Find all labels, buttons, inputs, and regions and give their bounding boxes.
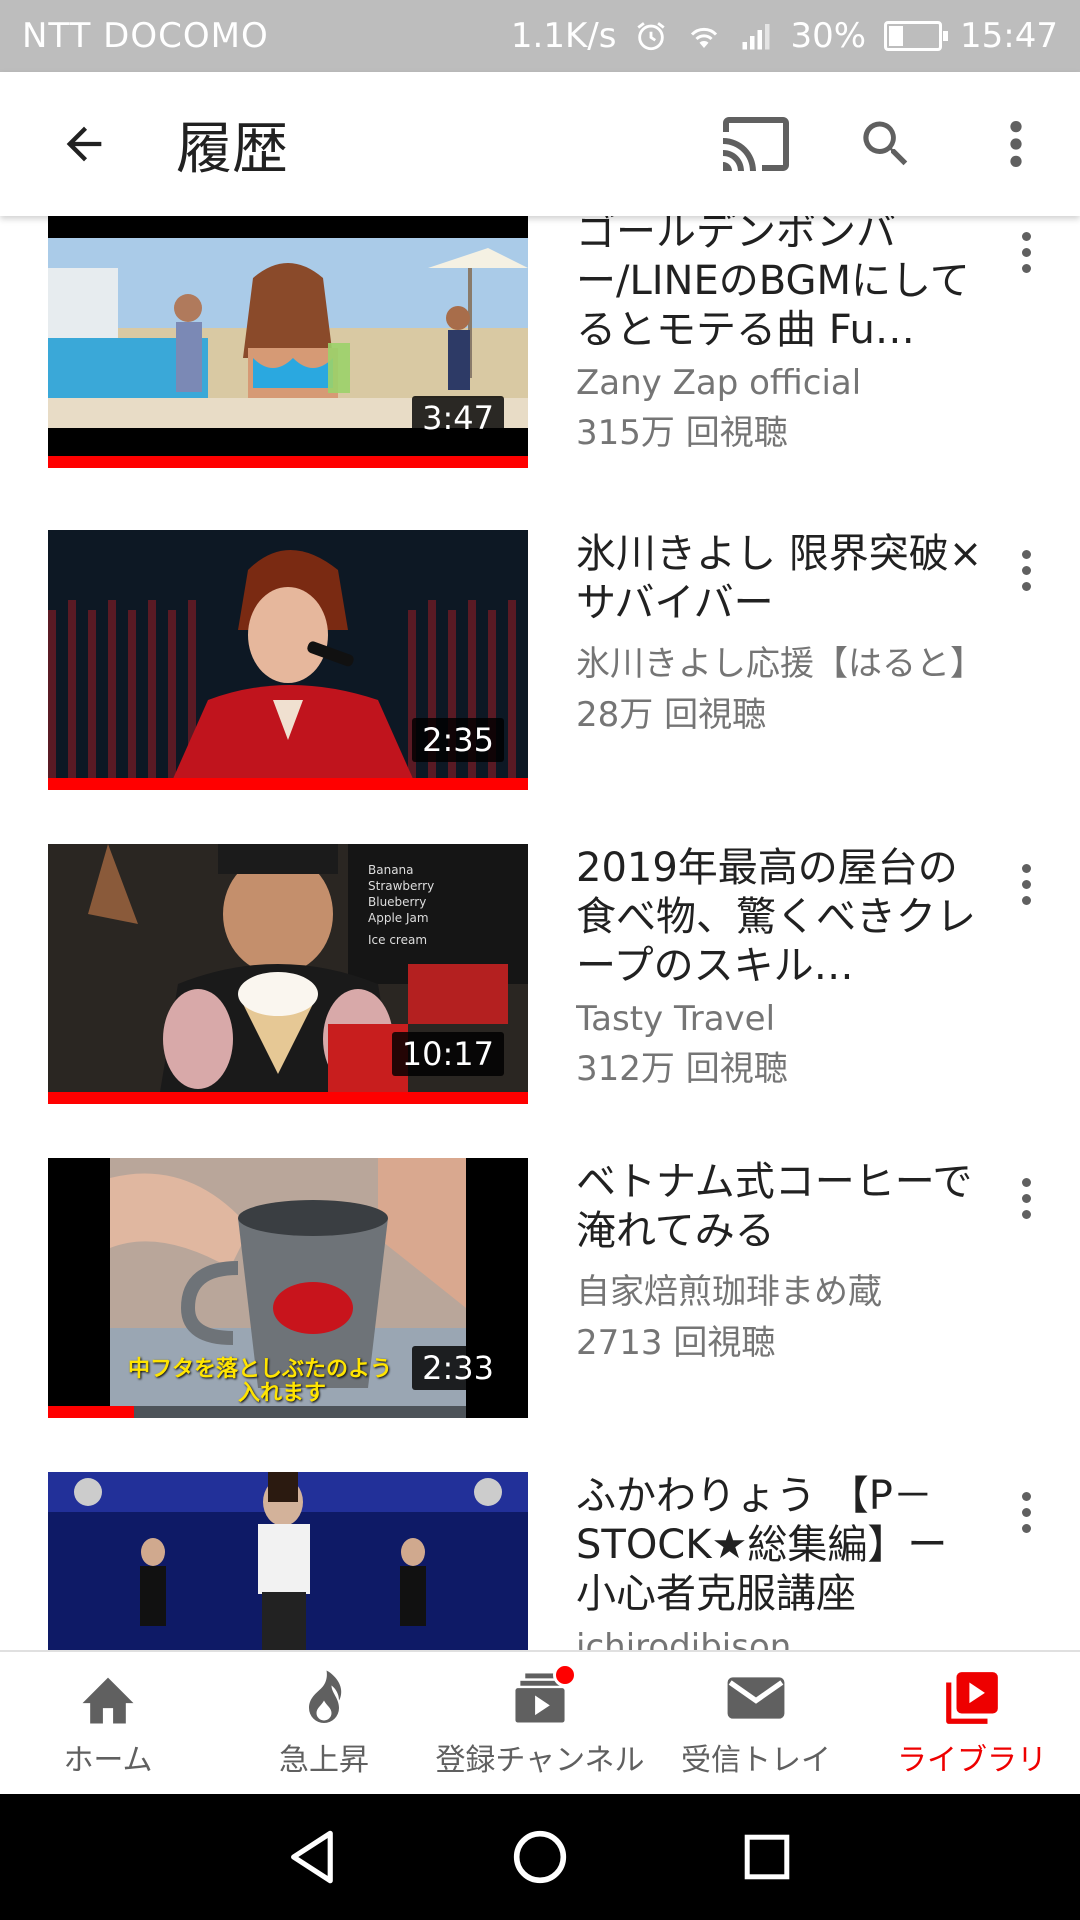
video-thumbnail[interactable]: 2:35 — [48, 530, 528, 790]
nav-label: 登録チャンネル — [435, 1743, 645, 1778]
watch-progress — [48, 1092, 528, 1104]
watch-progress-track — [48, 456, 528, 468]
cast-icon — [723, 117, 789, 171]
svg-text:Blueberry: Blueberry — [368, 895, 426, 909]
watch-progress-track — [48, 778, 528, 790]
video-title[interactable]: ベトナム式コーヒーで淹れてみる — [576, 1158, 986, 1256]
video-item[interactable]: 2:35 氷川きよし 限界突破×サバイバー 氷川きよし応援【はると】 28万 回… — [0, 530, 1080, 810]
nav-label: 急上昇 — [279, 1743, 369, 1778]
video-menu-button[interactable] — [1002, 844, 1050, 924]
back-button[interactable] — [38, 98, 130, 190]
square-recents-icon — [744, 1834, 789, 1880]
video-thumbnail[interactable]: Banana Strawberry Blueberry Apple Jam Ice c… — [48, 844, 528, 1104]
trending-icon — [299, 1667, 349, 1729]
svg-text:Strawberry: Strawberry — [368, 879, 434, 893]
nav-subscriptions[interactable]: 登録チャンネル — [432, 1652, 648, 1794]
watch-progress-track — [48, 1406, 528, 1418]
video-thumbnail[interactable] — [48, 1472, 528, 1650]
arrow-back-icon — [66, 126, 102, 162]
view-count: 28万 回視聴 — [576, 695, 767, 735]
video-title[interactable]: 氷川きよし 限界突破×サバイバー — [576, 530, 986, 628]
battery-icon — [884, 21, 949, 51]
video-item[interactable]: Banana Strawberry Blueberry Apple Jam Ice c… — [0, 844, 1080, 1124]
system-navigation-bar — [0, 1794, 1080, 1920]
video-menu-button[interactable] — [1002, 1472, 1050, 1552]
video-duration: 3:47 — [412, 396, 504, 440]
more-vert-icon — [1010, 121, 1022, 167]
video-caption: 中フタを落としぶたのよう 入れます — [128, 1357, 393, 1406]
circle-home-icon — [513, 1830, 567, 1884]
video-menu-button[interactable] — [1002, 1158, 1050, 1238]
cast-button[interactable] — [706, 94, 806, 194]
history-list[interactable]: 3:47 ゴールデンボンバー/LINEのBGMにしてるとモテる曲 Fu… Zan… — [0, 216, 1080, 1650]
notification-badge — [553, 1663, 577, 1687]
video-duration: 10:17 — [391, 1032, 504, 1076]
thumbnail-image — [48, 1472, 528, 1650]
channel-name: ichirodibison — [576, 1627, 792, 1650]
video-item[interactable]: 中フタを落としぶたのよう 入れます 2:33 ベトナム式コーヒーで淹れてみる 自… — [0, 1158, 1080, 1438]
system-home-button[interactable] — [495, 1812, 585, 1902]
carrier-name: NTT DOCOMO — [22, 16, 269, 56]
nav-inbox[interactable]: 受信トレイ — [648, 1652, 864, 1794]
nav-label: 受信トレイ — [681, 1743, 831, 1778]
nav-home[interactable]: ホーム — [0, 1652, 216, 1794]
video-meta: ベトナム式コーヒーで淹れてみる 自家焙煎珈琲まめ蔵 2713 回視聴 — [576, 1158, 986, 1364]
video-meta: 氷川きよし 限界突破×サバイバー 氷川きよし応援【はると】 28万 回視聴 — [576, 530, 986, 736]
channel-name: 氷川きよし応援【はると】 — [576, 644, 984, 684]
view-count: 2713 回視聴 — [576, 1323, 776, 1363]
network-speed: 1.1K/s — [510, 16, 617, 56]
video-item[interactable]: 3:47 ゴールデンボンバー/LINEのBGMにしてるとモテる曲 Fu… Zan… — [0, 216, 1080, 488]
video-meta: ふかわりょう 【P－STOCK★総集編】ー小心者克服講座 ichirodibis… — [576, 1472, 986, 1650]
watch-progress-track — [48, 1092, 528, 1104]
video-duration: 2:35 — [412, 718, 504, 762]
video-meta: ゴールデンボンバー/LINEのBGMにしてるとモテる曲 Fu… Zany Zap… — [576, 216, 986, 454]
system-back-button[interactable] — [268, 1812, 358, 1902]
clock: 15:47 — [960, 16, 1058, 56]
watch-progress — [48, 456, 528, 468]
nav-label: ホーム — [63, 1743, 153, 1778]
video-duration: 2:33 — [412, 1346, 504, 1390]
channel-name: 自家焙煎珈琲まめ蔵 — [576, 1272, 882, 1312]
search-button[interactable] — [836, 94, 936, 194]
more-options-button[interactable] — [966, 94, 1066, 194]
library-icon — [941, 1667, 1003, 1729]
video-menu-button[interactable] — [1002, 216, 1050, 292]
video-item[interactable]: ふかわりょう 【P－STOCK★総集編】ー小心者克服講座 ichirodibis… — [0, 1472, 1080, 1650]
wifi-icon — [686, 21, 722, 51]
video-menu-button[interactable] — [1002, 530, 1050, 610]
svg-text:Apple Jam: Apple Jam — [368, 911, 429, 925]
video-title[interactable]: ゴールデンボンバー/LINEのBGMにしてるとモテる曲 Fu… — [576, 216, 986, 355]
signal-icon — [740, 21, 772, 51]
status-bar: NTT DOCOMO 1.1K/s 30% 15:47 — [0, 0, 1080, 72]
page-title: 履歴 — [176, 116, 288, 182]
system-recents-button[interactable] — [722, 1812, 812, 1902]
subscriptions-icon — [513, 1663, 577, 1729]
view-count: 315万 回視聴 — [576, 413, 788, 453]
inbox-icon — [725, 1667, 787, 1729]
nav-trending[interactable]: 急上昇 — [216, 1652, 432, 1794]
app-bar: 履歴 — [0, 72, 1080, 216]
video-thumbnail[interactable]: 3:47 — [48, 216, 528, 468]
alarm-icon — [634, 19, 668, 53]
view-count: 312万 回視聴 — [576, 1049, 788, 1089]
svg-text:Banana: Banana — [368, 863, 414, 877]
video-thumbnail[interactable]: 中フタを落としぶたのよう 入れます 2:33 — [48, 1158, 528, 1418]
svg-text:Ice cream: Ice cream — [368, 933, 427, 947]
channel-name: Tasty Travel — [576, 999, 776, 1039]
status-icons: 1.1K/s 30% 15:47 — [511, 16, 1058, 56]
home-icon — [77, 1667, 139, 1729]
watch-progress — [48, 778, 528, 790]
video-title[interactable]: ふかわりょう 【P－STOCK★総集編】ー小心者克服講座 — [576, 1472, 986, 1619]
video-title[interactable]: 2019年最高の屋台の食べ物、驚くべきクレープのスキル… — [576, 844, 986, 991]
bottom-navigation: ホーム 急上昇 登録チャンネル 受信トレイ ライブラリ — [0, 1650, 1080, 1794]
search-icon — [863, 121, 908, 166]
nav-label: ライブラリ — [897, 1743, 1047, 1778]
triangle-back-icon — [291, 1830, 334, 1884]
watch-progress — [48, 1406, 135, 1418]
video-meta: 2019年最高の屋台の食べ物、驚くべきクレープのスキル… Tasty Trave… — [576, 844, 986, 1090]
nav-library[interactable]: ライブラリ — [864, 1652, 1080, 1794]
battery-percent: 30% — [790, 16, 867, 56]
channel-name: Zany Zap official — [576, 363, 862, 403]
